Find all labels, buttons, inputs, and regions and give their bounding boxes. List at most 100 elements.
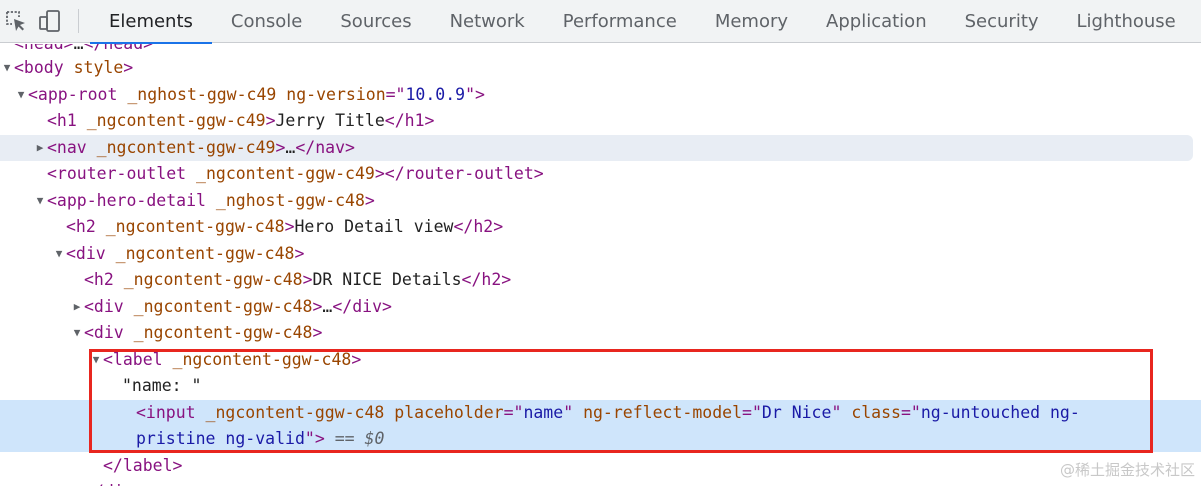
dom-token-tag: <label [103, 349, 173, 369]
dom-token-attr-name: _nghost-ggw-c49 ng-version [127, 84, 386, 104]
expand-triangle-icon[interactable]: ▼ [89, 347, 103, 374]
dom-token-tag: <body [14, 58, 74, 77]
dom-token-attr-value: ng-untouched ng- [920, 403, 1080, 422]
dom-token-attr-name: _ngcontent-ggw-c48 placeholder [205, 403, 504, 422]
dom-token-txt: … [285, 137, 296, 157]
watermark: @稀土掘金技术社区 [1059, 461, 1195, 479]
panel-tabs: Elements Console Sources Network Perform… [90, 0, 1195, 44]
dom-token-tag: =" [385, 84, 406, 104]
tab-sources[interactable]: Sources [321, 0, 430, 43]
dom-token-tag: > [123, 58, 134, 77]
dom-token-attr-name: class [851, 403, 901, 422]
dom-token-attr-name: _ngcontent-ggw-c48 [133, 296, 313, 316]
dom-token-tag: </h1> [384, 111, 435, 130]
collapsed-triangle-icon[interactable]: ▶ [33, 135, 47, 162]
tab-network[interactable]: Network [431, 0, 544, 43]
dom-token-attr-value: Dr Nice [761, 403, 832, 422]
dom-token-tag: </div> [332, 296, 392, 316]
dom-token-tag: <h2 [84, 270, 124, 289]
tab-performance[interactable]: Performance [544, 0, 696, 43]
expand-triangle-icon[interactable]: ▼ [0, 55, 14, 82]
dom-token-tag: <div [84, 296, 134, 316]
dom-token-txt: … [322, 296, 333, 316]
expand-triangle-icon[interactable]: ▼ [52, 241, 66, 268]
dom-node-row[interactable]: ▶ <nav _ngcontent-ggw-c49>…</nav> [0, 134, 1193, 162]
expand-triangle-icon[interactable]: ▼ [14, 82, 28, 109]
toolbar-separator [78, 9, 79, 33]
dom-node-row[interactable]: <h2 _ngcontent-ggw-c48>Hero Detail view<… [0, 214, 1201, 241]
dom-token-tag: <nav [47, 137, 97, 157]
dom-token-tag: " [563, 403, 584, 422]
tab-lighthouse[interactable]: Lighthouse [1058, 0, 1195, 43]
dom-token-tag: <router-outlet [47, 164, 197, 183]
tab-application[interactable]: Application [807, 0, 946, 43]
tab-memory[interactable]: Memory [696, 0, 807, 43]
dom-tree: <head>…</head>▼<body style>▼<app-root _n… [0, 44, 1201, 486]
dom-token-tag: > [364, 190, 375, 210]
dom-token-tag: > [312, 296, 323, 316]
dom-node-row[interactable]: <router-outlet _ngcontent-ggw-c49></rout… [0, 161, 1201, 188]
dom-node-row[interactable]: </div> [0, 479, 1201, 486]
dom-token-tag: " [831, 403, 852, 422]
dom-token-tag: <app-root [28, 84, 128, 104]
dom-token-tag: <div [84, 323, 134, 342]
dom-node-row[interactable]: ▶ <div _ngcontent-ggw-c48>…</div> [0, 294, 1201, 321]
dom-token-tag: </label> [103, 455, 183, 475]
dom-token-tag: <h2 [66, 217, 106, 236]
dom-token-txt: Jerry Title [275, 111, 385, 130]
dom-token-tag: =" [900, 403, 921, 422]
dom-token-tag: =" [503, 403, 524, 422]
dom-token-attr-name: _ngcontent-ggw-c48 [123, 270, 303, 289]
inspect-element-icon[interactable] [4, 9, 28, 33]
dom-token-tag: <app-hero-detail [47, 190, 216, 210]
dom-token-eq0i: $0 [364, 429, 385, 448]
dom-token-attr-value: pristine ng-valid [136, 429, 305, 448]
device-toolbar-icon[interactable] [38, 9, 62, 33]
dom-token-tag: > [265, 111, 276, 130]
devtools-toolbar: Elements Console Sources Network Perform… [0, 0, 1201, 44]
dom-token-txt: Hero Detail view [294, 217, 454, 236]
dom-token-tag: "> [465, 84, 485, 104]
dom-token-attr-name: _ngcontent-ggw-c48 [105, 217, 285, 236]
dom-token-tag: </head> [84, 44, 154, 53]
dom-token-attr-value: 10.0.9 [405, 84, 466, 104]
dom-token-tag: <head> [14, 44, 74, 53]
dom-token-tag: ></router-outlet> [374, 164, 544, 183]
dom-token-tag: > [351, 349, 362, 369]
dom-node-row[interactable]: <h2 _ngcontent-ggw-c48>DR NICE Details</… [0, 267, 1201, 294]
dom-token-attr-name: _nghost-ggw-c48 [215, 190, 365, 210]
dom-token-tag: > [275, 137, 286, 157]
tab-security[interactable]: Security [946, 0, 1058, 43]
expand-triangle-icon[interactable]: ▼ [70, 320, 84, 347]
dom-token-eq0: == [324, 429, 365, 448]
dom-node-row[interactable]: <input _ngcontent-ggw-c48 placeholder="n… [0, 400, 1201, 427]
dom-token-txt: DR NICE Details [312, 270, 462, 289]
dom-node-row[interactable]: <h1 _ngcontent-ggw-c49>Jerry Title</h1> [0, 108, 1201, 135]
dom-token-tag: </nav> [295, 137, 355, 157]
tab-elements[interactable]: Elements [90, 0, 212, 44]
dom-token-tag: <input [136, 403, 206, 422]
dom-node-row[interactable]: ▼ <label _ngcontent-ggw-c48> [0, 347, 1201, 374]
dom-token-tag: =" [742, 403, 762, 422]
dom-token-tag: "> [304, 429, 325, 448]
dom-node-row[interactable]: ▼ <div _ngcontent-ggw-c48> [0, 320, 1201, 347]
dom-node-row[interactable]: ▼ <app-hero-detail _nghost-ggw-c48> [0, 188, 1201, 215]
dom-token-attr-name: style [73, 58, 124, 77]
dom-token-tag: </h2> [461, 270, 512, 289]
dom-token-attr-name: _ngcontent-ggw-c48 [172, 349, 352, 369]
dom-token-tag: </div> [84, 482, 144, 486]
dom-node-row[interactable]: ▼ <div _ngcontent-ggw-c48> [0, 241, 1201, 268]
expand-triangle-icon[interactable]: ▼ [33, 188, 47, 215]
dom-token-tag: </h2> [453, 217, 504, 236]
dom-token-attr-name: _ngcontent-ggw-c49 [196, 164, 375, 183]
dom-token-attr-name: _ngcontent-ggw-c48 [115, 243, 295, 263]
dom-node-row[interactable]: "name: " [0, 373, 1201, 400]
dom-node-row[interactable]: </label> [0, 453, 1201, 480]
dom-token-txt: "name: " [122, 376, 202, 395]
collapsed-triangle-icon[interactable]: ▶ [70, 294, 84, 321]
tab-console[interactable]: Console [212, 0, 321, 43]
dom-node-row[interactable]: ▼ <body style> [0, 55, 1201, 82]
dom-node-row[interactable]: ▼ <app-root _nghost-ggw-c49 ng-version="1… [0, 82, 1201, 109]
dom-token-tag: <h1 [47, 111, 87, 130]
dom-node-row[interactable]: pristine ng-valid"> == $0 [0, 426, 1201, 452]
